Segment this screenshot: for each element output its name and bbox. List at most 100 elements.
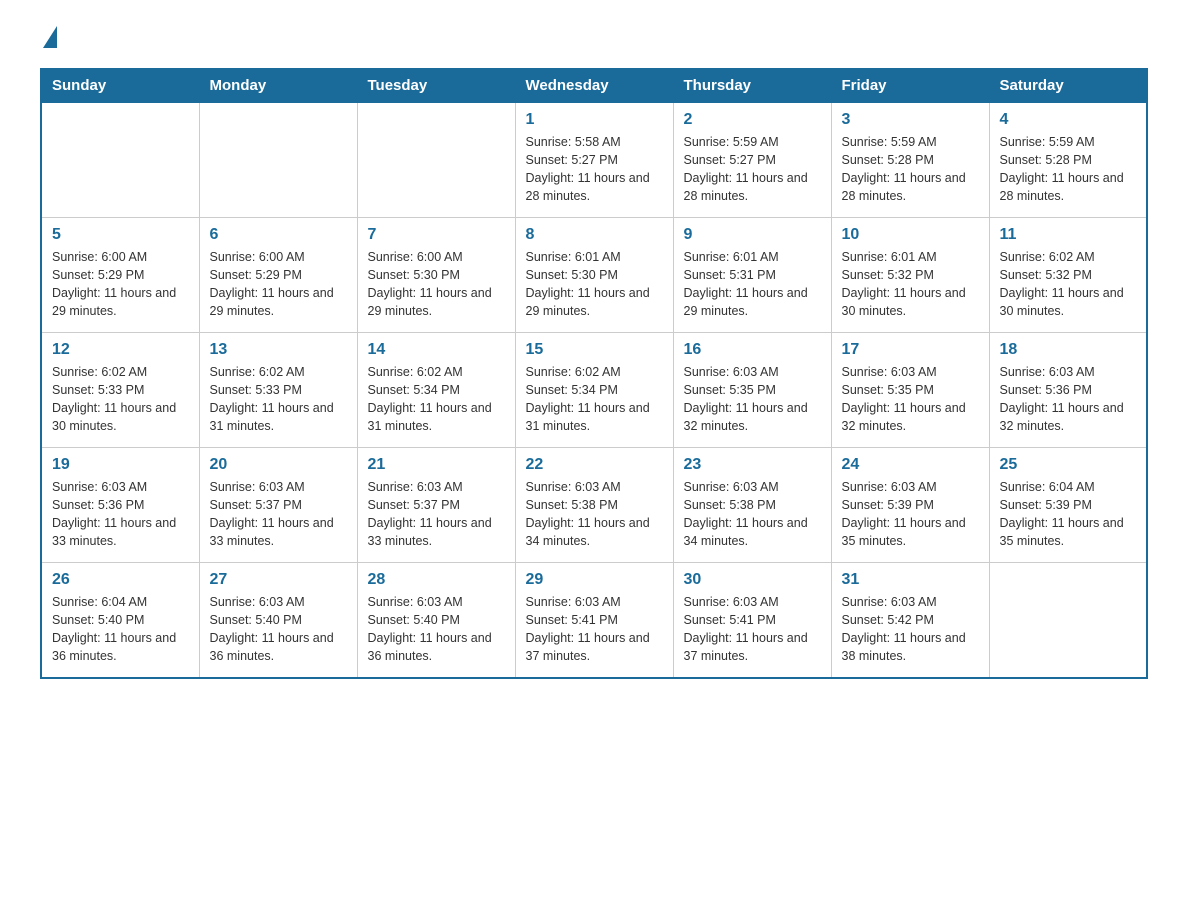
calendar-cell: 26 Sunrise: 6:04 AM Sunset: 5:40 PM Dayli… — [41, 563, 199, 678]
day-number: 28 — [368, 571, 505, 589]
calendar-cell: 30Sunrise: 6:03 AM Sunset: 5:41 PM Dayli… — [673, 563, 831, 678]
calendar-cell: 5Sunrise: 6:00 AM Sunset: 5:29 PM Daylig… — [41, 218, 199, 333]
day-number: 7 — [368, 226, 505, 244]
day-info: Sunrise: 6:03 AM Sunset: 5:35 PM Dayligh… — [684, 363, 821, 436]
calendar-cell: 11 Sunrise: 6:02 AM Sunset: 5:32 PM Dayli… — [989, 218, 1147, 333]
day-info: Sunrise: 5:59 AM Sunset: 5:28 PM Dayligh… — [842, 133, 979, 206]
day-number: 14 — [368, 341, 505, 359]
calendar-cell: 15Sunrise: 6:02 AM Sunset: 5:34 PM Dayli… — [515, 333, 673, 448]
calendar-cell: 23 Sunrise: 6:03 AM Sunset: 5:38 PM Dayli… — [673, 448, 831, 563]
day-number: 11 — [1000, 226, 1137, 244]
day-number: 16 — [684, 341, 821, 359]
day-number: 23 — [684, 456, 821, 474]
day-number: 26 — [52, 571, 189, 589]
calendar-cell: 28 Sunrise: 6:03 AM Sunset: 5:40 PM Dayli… — [357, 563, 515, 678]
day-info: Sunrise: 6:03 AM Sunset: 5:37 PM Dayligh… — [210, 478, 347, 551]
calendar-cell: 22 Sunrise: 6:03 AM Sunset: 5:38 PM Dayli… — [515, 448, 673, 563]
calendar-cell: 1Sunrise: 5:58 AM Sunset: 5:27 PM Daylig… — [515, 103, 673, 218]
calendar-cell — [357, 103, 515, 218]
day-info: Sunrise: 6:03 AM Sunset: 5:36 PM Dayligh… — [1000, 363, 1137, 436]
day-number: 30 — [684, 571, 821, 589]
day-number: 31 — [842, 571, 979, 589]
day-number: 20 — [210, 456, 347, 474]
header-tuesday: Tuesday — [357, 69, 515, 103]
calendar-table: SundayMondayTuesdayWednesdayThursdayFrid… — [40, 68, 1148, 679]
calendar-cell: 17 Sunrise: 6:03 AM Sunset: 5:35 PM Dayli… — [831, 333, 989, 448]
calendar-week-2: 5 Sunrise: 6:00 AM Sunset: 5:29 PM Daylig… — [41, 218, 1147, 333]
day-info: Sunrise: 6:02 AM Sunset: 5:33 PM Dayligh… — [52, 363, 189, 436]
calendar-cell: 31 Sunrise: 6:03 AM Sunset: 5:42 PM Dayli… — [831, 563, 989, 678]
calendar-week-1: 1Sunrise: 5:58 AM Sunset: 5:27 PM Daylig… — [41, 103, 1147, 218]
day-info: Sunrise: 6:03 AM Sunset: 5:40 PM Dayligh… — [368, 593, 505, 666]
day-info: Sunrise: 6:03 AM Sunset: 5:42 PM Dayligh… — [842, 593, 979, 666]
day-number: 5 — [52, 226, 189, 244]
day-number: 12 — [52, 341, 189, 359]
header-wednesday: Wednesday — [515, 69, 673, 103]
logo — [40, 30, 57, 48]
calendar-cell: 27 Sunrise: 6:03 AM Sunset: 5:40 PM Dayli… — [199, 563, 357, 678]
calendar-cell: 20 Sunrise: 6:03 AM Sunset: 5:37 PM Dayli… — [199, 448, 357, 563]
calendar-cell: 3 Sunrise: 5:59 AM Sunset: 5:28 PM Daylig… — [831, 103, 989, 218]
calendar-cell: 13Sunrise: 6:02 AM Sunset: 5:33 PM Dayli… — [199, 333, 357, 448]
header-friday: Friday — [831, 69, 989, 103]
day-info: Sunrise: 6:03 AM Sunset: 5:38 PM Dayligh… — [684, 478, 821, 551]
calendar-cell — [41, 103, 199, 218]
day-number: 2 — [684, 111, 821, 129]
day-info: Sunrise: 6:03 AM Sunset: 5:38 PM Dayligh… — [526, 478, 663, 551]
day-info: Sunrise: 6:01 AM Sunset: 5:32 PM Dayligh… — [842, 248, 979, 321]
calendar-header-row: SundayMondayTuesdayWednesdayThursdayFrid… — [41, 69, 1147, 103]
day-info: Sunrise: 6:03 AM Sunset: 5:40 PM Dayligh… — [210, 593, 347, 666]
calendar-cell: 8 Sunrise: 6:01 AM Sunset: 5:30 PM Daylig… — [515, 218, 673, 333]
calendar-cell: 29Sunrise: 6:03 AM Sunset: 5:41 PM Dayli… — [515, 563, 673, 678]
day-info: Sunrise: 6:02 AM Sunset: 5:34 PM Dayligh… — [368, 363, 505, 436]
calendar-cell: 18 Sunrise: 6:03 AM Sunset: 5:36 PM Dayli… — [989, 333, 1147, 448]
day-number: 22 — [526, 456, 663, 474]
calendar-cell — [989, 563, 1147, 678]
calendar-cell: 9 Sunrise: 6:01 AM Sunset: 5:31 PM Daylig… — [673, 218, 831, 333]
calendar-cell — [199, 103, 357, 218]
day-number: 18 — [1000, 341, 1137, 359]
calendar-cell: 12 Sunrise: 6:02 AM Sunset: 5:33 PM Dayli… — [41, 333, 199, 448]
day-info: Sunrise: 6:03 AM Sunset: 5:37 PM Dayligh… — [368, 478, 505, 551]
day-number: 17 — [842, 341, 979, 359]
header-saturday: Saturday — [989, 69, 1147, 103]
day-number: 8 — [526, 226, 663, 244]
day-number: 1 — [526, 111, 663, 129]
day-info: Sunrise: 6:03 AM Sunset: 5:35 PM Dayligh… — [842, 363, 979, 436]
day-number: 19 — [52, 456, 189, 474]
calendar-week-3: 12 Sunrise: 6:02 AM Sunset: 5:33 PM Dayli… — [41, 333, 1147, 448]
day-info: Sunrise: 6:03 AM Sunset: 5:39 PM Dayligh… — [842, 478, 979, 551]
header-monday: Monday — [199, 69, 357, 103]
calendar-cell: 4Sunrise: 5:59 AM Sunset: 5:28 PM Daylig… — [989, 103, 1147, 218]
day-info: Sunrise: 6:01 AM Sunset: 5:31 PM Dayligh… — [684, 248, 821, 321]
day-number: 10 — [842, 226, 979, 244]
page-header — [40, 30, 1148, 48]
day-info: Sunrise: 6:03 AM Sunset: 5:41 PM Dayligh… — [526, 593, 663, 666]
calendar-cell: 7 Sunrise: 6:00 AM Sunset: 5:30 PM Daylig… — [357, 218, 515, 333]
calendar-cell: 10 Sunrise: 6:01 AM Sunset: 5:32 PM Dayli… — [831, 218, 989, 333]
day-info: Sunrise: 6:00 AM Sunset: 5:29 PM Dayligh… — [210, 248, 347, 321]
calendar-cell: 24 Sunrise: 6:03 AM Sunset: 5:39 PM Dayli… — [831, 448, 989, 563]
logo-triangle-icon — [43, 26, 57, 48]
day-info: Sunrise: 6:01 AM Sunset: 5:30 PM Dayligh… — [526, 248, 663, 321]
calendar-cell: 14 Sunrise: 6:02 AM Sunset: 5:34 PM Dayli… — [357, 333, 515, 448]
day-info: Sunrise: 6:03 AM Sunset: 5:36 PM Dayligh… — [52, 478, 189, 551]
day-number: 25 — [1000, 456, 1137, 474]
day-number: 27 — [210, 571, 347, 589]
header-sunday: Sunday — [41, 69, 199, 103]
day-number: 24 — [842, 456, 979, 474]
calendar-cell: 21 Sunrise: 6:03 AM Sunset: 5:37 PM Dayli… — [357, 448, 515, 563]
day-info: Sunrise: 6:04 AM Sunset: 5:39 PM Dayligh… — [1000, 478, 1137, 551]
day-info: Sunrise: 6:00 AM Sunset: 5:30 PM Dayligh… — [368, 248, 505, 321]
calendar-cell: 6 Sunrise: 6:00 AM Sunset: 5:29 PM Daylig… — [199, 218, 357, 333]
day-info: Sunrise: 6:02 AM Sunset: 5:32 PM Dayligh… — [1000, 248, 1137, 321]
day-info: Sunrise: 5:59 AM Sunset: 5:28 PM Dayligh… — [1000, 133, 1137, 206]
day-info: Sunrise: 6:04 AM Sunset: 5:40 PM Dayligh… — [52, 593, 189, 666]
day-number: 21 — [368, 456, 505, 474]
day-number: 3 — [842, 111, 979, 129]
calendar-cell: 19 Sunrise: 6:03 AM Sunset: 5:36 PM Dayli… — [41, 448, 199, 563]
day-number: 9 — [684, 226, 821, 244]
calendar-cell: 16 Sunrise: 6:03 AM Sunset: 5:35 PM Dayli… — [673, 333, 831, 448]
day-number: 6 — [210, 226, 347, 244]
day-info: Sunrise: 5:59 AM Sunset: 5:27 PM Dayligh… — [684, 133, 821, 206]
